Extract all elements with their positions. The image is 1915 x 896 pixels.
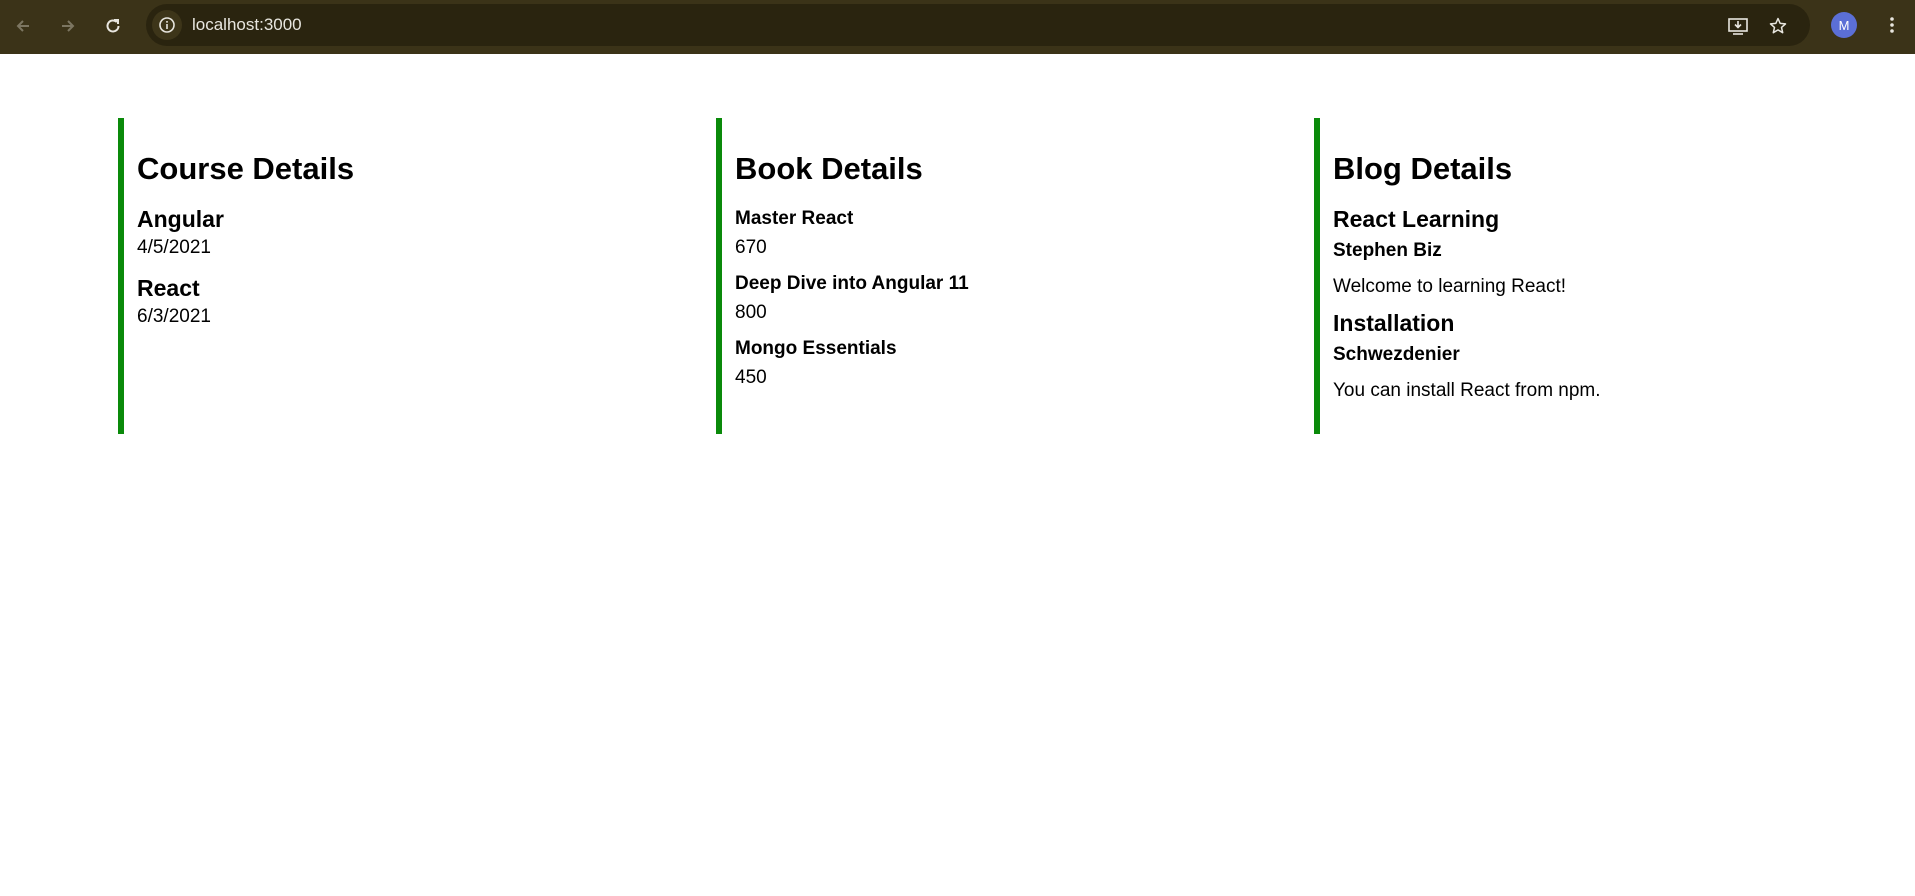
course-name: React xyxy=(137,275,200,301)
forward-button[interactable] xyxy=(53,11,83,41)
course-date: 4/5/2021 xyxy=(137,237,211,258)
book-details-heading: Book Details xyxy=(735,151,923,186)
book-price: 670 xyxy=(735,237,767,258)
blog-author: Schwezdenier xyxy=(1333,344,1460,365)
blog-author: Stephen Biz xyxy=(1333,240,1442,261)
address-bar[interactable]: localhost:3000 xyxy=(146,4,1810,46)
book-name: Deep Dive into Angular 11 xyxy=(735,273,969,294)
url-text[interactable]: localhost:3000 xyxy=(192,15,302,35)
install-app-icon xyxy=(1728,18,1748,35)
browser-toolbar: localhost:3000 M xyxy=(0,0,1915,54)
reload-icon xyxy=(106,19,120,33)
course-details-panel: Course Details Angular 4/5/2021 React 6/… xyxy=(118,118,678,434)
course-name: Angular xyxy=(137,206,224,232)
book-price: 450 xyxy=(735,367,767,388)
course-date: 6/3/2021 xyxy=(137,306,211,327)
reload-button[interactable] xyxy=(98,11,128,41)
blog-content: Welcome to learning React! xyxy=(1333,276,1567,297)
book-name: Master React xyxy=(735,208,854,229)
book-price: 800 xyxy=(735,302,767,323)
blog-title: React Learning xyxy=(1333,206,1500,232)
book-details-panel: Book Details Master React 670 Deep Dive … xyxy=(716,118,1276,434)
profile-avatar[interactable]: M xyxy=(1831,12,1857,38)
blog-title: Installation xyxy=(1333,310,1455,336)
info-icon xyxy=(159,17,175,33)
blog-details-heading: Blog Details xyxy=(1333,151,1513,186)
site-info-button[interactable] xyxy=(152,10,182,40)
back-arrow-icon xyxy=(16,20,29,32)
star-icon xyxy=(1769,17,1787,34)
bookmark-button[interactable] xyxy=(1766,14,1790,38)
browser-menu-button[interactable] xyxy=(1880,12,1904,38)
book-name: Mongo Essentials xyxy=(735,338,897,359)
install-app-button[interactable] xyxy=(1726,14,1750,38)
forward-arrow-icon xyxy=(62,20,75,32)
course-details-heading: Course Details xyxy=(137,151,355,186)
blog-details-panel: Blog Details React Learning Stephen Biz … xyxy=(1314,118,1874,434)
back-button[interactable] xyxy=(8,11,38,41)
blog-content: You can install React from npm. xyxy=(1333,380,1601,401)
kebab-menu-icon xyxy=(1890,17,1894,33)
